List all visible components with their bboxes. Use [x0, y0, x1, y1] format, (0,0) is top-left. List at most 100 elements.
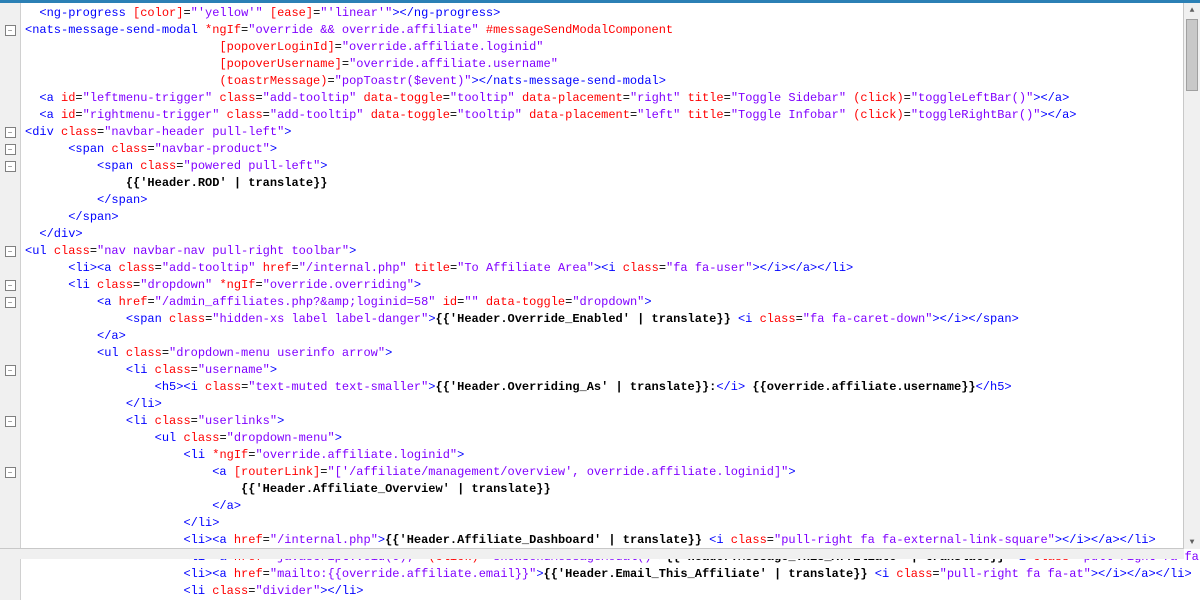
scroll-thumb[interactable] — [1186, 19, 1198, 91]
code-line[interactable]: <li class="userlinks"> — [25, 413, 1200, 430]
token-tag: > — [428, 312, 435, 326]
code-line[interactable]: {{'Header.ROD' | translate}} — [25, 175, 1200, 192]
code-line[interactable]: <li class="divider"></li> — [25, 583, 1200, 600]
code-line[interactable]: </a> — [25, 328, 1200, 345]
fold-toggle-icon[interactable]: − — [5, 416, 16, 427]
fold-toggle-icon[interactable]: − — [5, 365, 16, 376]
token-val: "divider" — [255, 584, 320, 598]
gutter-cell[interactable]: − — [0, 362, 20, 379]
token-tag: <li — [183, 448, 205, 462]
code-line[interactable]: <a [routerLink]="['/affiliate/management… — [25, 464, 1200, 481]
token-tag: ></ng-progress> — [392, 6, 500, 20]
fold-toggle-icon[interactable]: − — [5, 25, 16, 36]
token-tag: </li> — [183, 516, 219, 530]
code-line[interactable]: (toastrMessage)="popToastr($event)"></na… — [25, 73, 1200, 90]
gutter-cell[interactable]: − — [0, 464, 20, 481]
code-line[interactable]: <ul class="dropdown-menu"> — [25, 430, 1200, 447]
code-line[interactable]: <span class="navbar-product"> — [25, 141, 1200, 158]
code-line[interactable]: </div> — [25, 226, 1200, 243]
gutter-cell[interactable]: − — [0, 158, 20, 175]
code-line[interactable]: </a> — [25, 498, 1200, 515]
gutter-cell — [0, 56, 20, 73]
token-val: "username" — [198, 363, 270, 377]
gutter-cell[interactable]: − — [0, 141, 20, 158]
token-attr: href — [234, 533, 263, 547]
gutter-cell[interactable]: − — [0, 243, 20, 260]
code-line[interactable]: [popoverUsername]="override.affiliate.us… — [25, 56, 1200, 73]
token-eq: = — [191, 363, 198, 377]
token-tag: <li — [126, 414, 148, 428]
vertical-scrollbar[interactable]: ▲ ▼ — [1183, 3, 1200, 549]
gutter-cell — [0, 430, 20, 447]
code-line[interactable]: <a id="rightmenu-trigger" class="add-too… — [25, 107, 1200, 124]
token-val: "nav navbar-nav pull-right toolbar" — [97, 244, 349, 258]
code-line[interactable]: <span class="hidden-xs label label-dange… — [25, 311, 1200, 328]
token-attr: class — [54, 244, 90, 258]
code-area[interactable]: <ng-progress [color]="'yellow'" [ease]="… — [21, 3, 1200, 600]
token-val: "tooltip" — [457, 108, 522, 122]
gutter-cell[interactable]: − — [0, 124, 20, 141]
code-line[interactable]: <li class="dropdown" *ngIf="override.ove… — [25, 277, 1200, 294]
fold-toggle-icon[interactable]: − — [5, 144, 16, 155]
token-tag: </h5> — [976, 380, 1012, 394]
token-attr: [routerLink] — [234, 465, 320, 479]
code-line[interactable]: <span class="powered pull-left"> — [25, 158, 1200, 175]
code-line[interactable]: <li><a class="add-tooltip" href="/intern… — [25, 260, 1200, 277]
code-line[interactable]: </li> — [25, 515, 1200, 532]
token-val: "add-tooltip" — [263, 91, 357, 105]
code-line[interactable]: <a href="/admin_affiliates.php?&amp;logi… — [25, 294, 1200, 311]
fold-toggle-icon[interactable]: − — [5, 127, 16, 138]
code-line[interactable]: <ul class="dropdown-menu userinfo arrow"… — [25, 345, 1200, 362]
token-attr: class — [227, 108, 263, 122]
code-line[interactable]: </span> — [25, 209, 1200, 226]
token-attr: id — [443, 295, 457, 309]
gutter-cell[interactable]: − — [0, 413, 20, 430]
code-line[interactable]: <div class="navbar-header pull-left"> — [25, 124, 1200, 141]
fold-toggle-icon[interactable]: − — [5, 161, 16, 172]
token-eq: = — [75, 108, 82, 122]
token-attr: class — [61, 125, 97, 139]
code-line[interactable]: </span> — [25, 192, 1200, 209]
code-line[interactable]: [popoverLoginId]="override.affiliate.log… — [25, 39, 1200, 56]
gutter-cell — [0, 481, 20, 498]
code-line[interactable]: <nats-message-send-modal *ngIf="override… — [25, 22, 1200, 39]
token-tag: </span> — [68, 210, 118, 224]
token-eq: = — [932, 567, 939, 581]
code-line[interactable]: {{'Header.Affiliate_Overview' | translat… — [25, 481, 1200, 498]
fold-toggle-icon[interactable]: − — [5, 280, 16, 291]
token-eq: = — [327, 74, 334, 88]
code-line[interactable]: <li class="username"> — [25, 362, 1200, 379]
gutter-cell — [0, 73, 20, 90]
gutter-cell[interactable]: − — [0, 22, 20, 39]
token-attr: class — [155, 363, 191, 377]
token-tag: <a — [212, 465, 226, 479]
token-val: "dropdown-menu" — [227, 431, 335, 445]
gutter-cell — [0, 396, 20, 413]
code-line[interactable]: </li> — [25, 396, 1200, 413]
gutter-cell[interactable]: − — [0, 294, 20, 311]
code-line[interactable]: <ul class="nav navbar-nav pull-right too… — [25, 243, 1200, 260]
fold-gutter[interactable]: − − − − − − − − − − — [0, 3, 21, 600]
token-text: {{'Header.Email_This_Affiliate' | transl… — [544, 567, 875, 581]
gutter-cell[interactable]: − — [0, 277, 20, 294]
code-line[interactable]: <li><a href="mailto:{{override.affiliate… — [25, 566, 1200, 583]
code-line[interactable]: <li><a href="/internal.php">{{'Header.Af… — [25, 532, 1200, 549]
token-attr: href — [119, 295, 148, 309]
token-tag: <nats-message-send-modal — [25, 23, 198, 37]
token-tag: ></i></span> — [932, 312, 1018, 326]
scroll-down-arrow[interactable]: ▼ — [1184, 535, 1200, 549]
token-tag: <ul — [155, 431, 177, 445]
code-line[interactable]: <li *ngIf="override.affiliate.loginid"> — [25, 447, 1200, 464]
horizontal-scrollbar[interactable] — [0, 548, 1184, 559]
scroll-up-arrow[interactable]: ▲ — [1184, 3, 1200, 17]
gutter-cell — [0, 192, 20, 209]
token-tag: <a — [39, 108, 53, 122]
token-val: "" — [464, 295, 478, 309]
code-line[interactable]: <h5><i class="text-muted text-smaller">{… — [25, 379, 1200, 396]
fold-toggle-icon[interactable]: − — [5, 246, 16, 257]
token-val: "pull-right fa fa-at" — [940, 567, 1091, 581]
fold-toggle-icon[interactable]: − — [5, 467, 16, 478]
fold-toggle-icon[interactable]: − — [5, 297, 16, 308]
code-line[interactable]: <a id="leftmenu-trigger" class="add-tool… — [25, 90, 1200, 107]
code-line[interactable]: <ng-progress [color]="'yellow'" [ease]="… — [25, 5, 1200, 22]
